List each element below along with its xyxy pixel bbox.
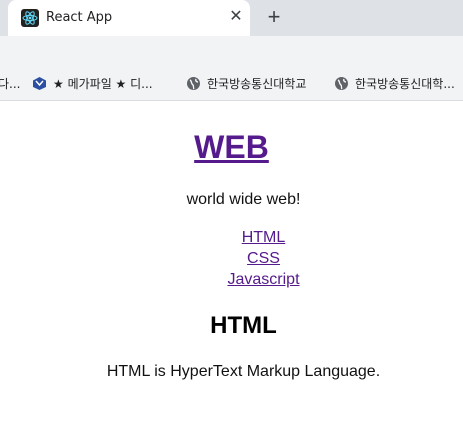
close-tab-icon[interactable]: ✕ <box>226 7 246 27</box>
globe-icon <box>187 77 200 90</box>
page-heading: WEB <box>0 129 463 166</box>
bookmark-item-megafile[interactable]: ★ 메가파일 ★ 디... <box>32 75 153 92</box>
bookmark-item-1[interactable]: 다... <box>0 75 20 92</box>
tab-strip: React App ✕ + <box>0 0 463 36</box>
tab-react-app[interactable]: React App ✕ <box>8 0 250 36</box>
bookmark-item-knou-2[interactable]: 한국방송통신대학... <box>334 75 455 92</box>
bookmark-item-knou-1[interactable]: 한국방송통신대학교 <box>186 75 306 92</box>
browser-toolbar <box>0 36 463 66</box>
section-title: HTML <box>210 312 277 339</box>
bookmark-label: ★ 메가파일 ★ 디... <box>53 77 153 91</box>
globe-icon <box>335 77 348 90</box>
tagline: world wide web! <box>186 191 301 208</box>
nav-link-javascript[interactable]: Javascript <box>0 269 463 290</box>
react-logo-icon <box>21 9 39 27</box>
nav-list: HTML CSS Javascript <box>0 227 463 290</box>
nav-link-html[interactable]: HTML <box>0 227 463 248</box>
page-content: WEB world wide web! HTML CSS Javascript … <box>0 101 463 439</box>
bookmark-label: 다... <box>0 77 21 91</box>
section-body: HTML is HyperText Markup Language. <box>106 363 381 380</box>
new-tab-button[interactable]: + <box>262 6 286 30</box>
nav-link-css[interactable]: CSS <box>0 248 463 269</box>
megafile-icon <box>33 77 46 90</box>
tab-title: React App <box>46 10 113 25</box>
bookmarks-bar: 다... ★ 메가파일 ★ 디... 한국방송통신대학교 한국방송통신대학... <box>0 66 463 101</box>
bookmark-label: 한국방송통신대학... <box>355 77 455 91</box>
bookmark-label: 한국방송통신대학교 <box>207 77 307 91</box>
web-heading-link[interactable]: WEB <box>194 129 269 165</box>
